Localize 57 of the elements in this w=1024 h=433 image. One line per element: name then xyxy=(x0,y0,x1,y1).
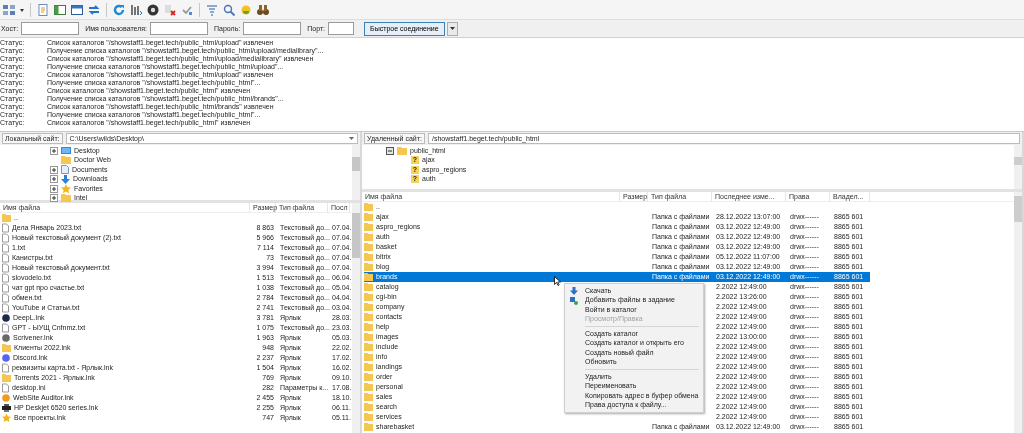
scrollbar[interactable] xyxy=(1014,145,1022,189)
folder-icon xyxy=(364,332,376,342)
grid-icon[interactable] xyxy=(2,2,16,17)
star-icon xyxy=(61,184,71,194)
folder-icon xyxy=(364,212,376,222)
panel-icon[interactable] xyxy=(70,2,84,17)
monitor-icon xyxy=(61,146,71,155)
panel-icon[interactable] xyxy=(53,2,67,17)
input-field[interactable] xyxy=(150,22,208,35)
stop-icon[interactable] xyxy=(146,2,160,17)
folder-icon xyxy=(364,352,376,362)
input-field[interactable] xyxy=(21,22,80,35)
folder-icon xyxy=(364,242,376,252)
folder-icon xyxy=(364,422,376,432)
folder-icon xyxy=(364,292,376,302)
folder-icon xyxy=(364,412,376,422)
refresh-icon[interactable] xyxy=(112,2,126,17)
folder-icon xyxy=(61,156,71,165)
scrollbar[interactable] xyxy=(352,203,360,433)
folder-icon xyxy=(364,342,376,352)
filter-icon[interactable] xyxy=(205,2,219,17)
cross-icon[interactable] xyxy=(163,2,177,17)
folder-icon xyxy=(2,373,14,383)
document-icon[interactable] xyxy=(36,2,50,17)
folder-icon xyxy=(364,262,376,272)
folder-icon xyxy=(364,202,376,212)
document-icon xyxy=(61,165,69,175)
folder-icon xyxy=(364,312,376,322)
printer-icon xyxy=(2,403,14,413)
folder-icon xyxy=(364,252,376,262)
input-field[interactable] xyxy=(328,22,355,35)
folder-icon xyxy=(364,272,376,282)
folder-icon xyxy=(364,302,376,312)
dropdown-button[interactable] xyxy=(446,21,458,36)
arrows-icon[interactable] xyxy=(87,2,101,17)
scrollbar[interactable] xyxy=(1014,192,1022,433)
folder-icon xyxy=(364,322,376,332)
bars-icon[interactable] xyxy=(129,2,143,17)
scrollbar[interactable] xyxy=(352,145,360,200)
folder-icon xyxy=(364,282,376,292)
caret-icon xyxy=(449,27,455,30)
queue-icon xyxy=(570,296,578,305)
folder-icon xyxy=(2,213,14,223)
input-field[interactable] xyxy=(243,22,302,35)
folder-icon xyxy=(364,362,376,372)
binoculars-icon[interactable] xyxy=(256,2,270,17)
folder-icon xyxy=(364,402,376,412)
search-icon[interactable] xyxy=(222,2,236,17)
cursor-icon xyxy=(554,276,561,286)
folder-icon xyxy=(364,222,376,232)
folder-icon xyxy=(2,343,14,353)
folder-icon xyxy=(364,372,376,382)
folder-icon xyxy=(364,232,376,242)
download-icon xyxy=(61,174,70,184)
folder-icon xyxy=(364,382,376,392)
caret-icon xyxy=(349,137,354,140)
folder-icon xyxy=(364,392,376,402)
